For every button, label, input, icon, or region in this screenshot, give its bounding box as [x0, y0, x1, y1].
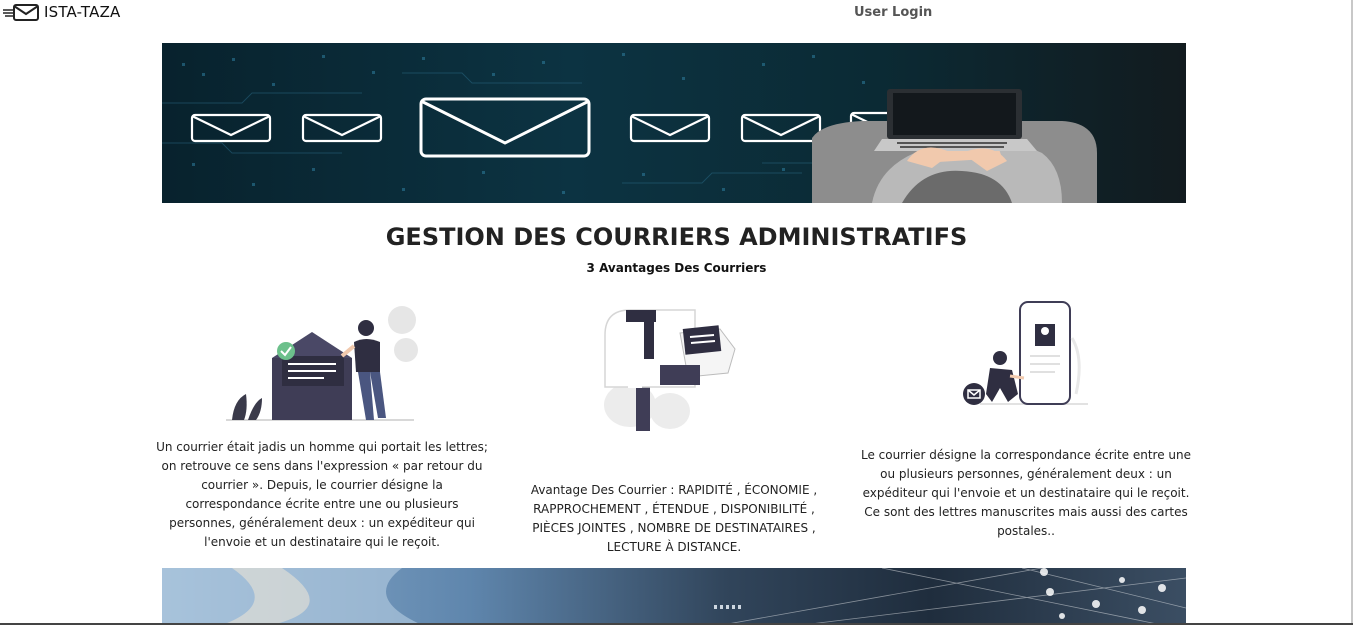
- brand-label: ISTA-TAZA: [44, 3, 121, 21]
- column-text-2: Avantage Des Courrier : RAPIDITÉ , ÉCONO…: [530, 483, 818, 554]
- mailbox-illustration: [604, 309, 736, 431]
- envelope-person-illustration: [226, 306, 418, 421]
- column-text-3: Le courrier désigne la correspondance éc…: [860, 448, 1192, 538]
- brand[interactable]: ISTA-TAZA: [2, 2, 121, 22]
- hero-banner: [162, 43, 1186, 203]
- page-title: GESTION DES COURRIERS ADMINISTRATIFS: [385, 223, 968, 251]
- column-text-1: Un courrier était jadis un homme qui por…: [156, 440, 488, 549]
- envelope-icon: [3, 4, 39, 21]
- footer-banner: [162, 568, 1186, 625]
- navbar: ISTA-TAZA User Login: [0, 0, 1353, 28]
- phone-illustration: [963, 301, 1088, 405]
- page-subtitle: 3 Avantages Des Courriers: [586, 261, 767, 275]
- user-login-link[interactable]: User Login: [854, 5, 932, 20]
